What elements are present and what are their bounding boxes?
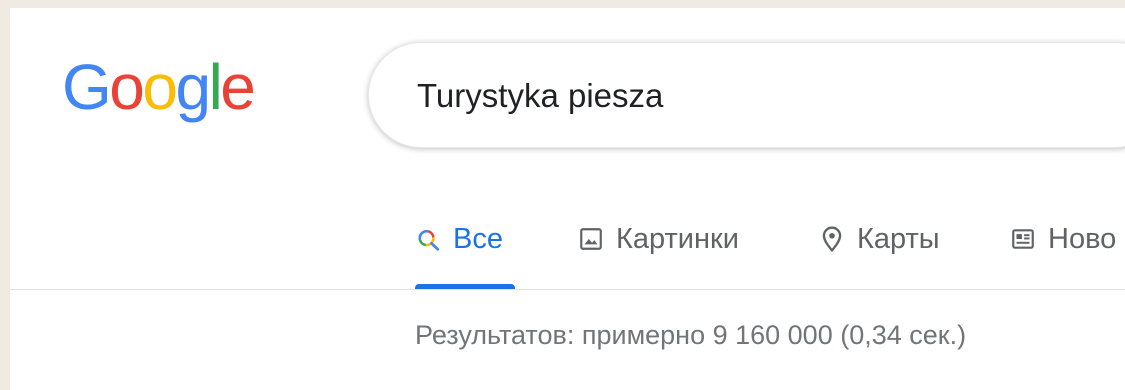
search-icon xyxy=(415,226,441,252)
tab-label: Картинки xyxy=(616,222,739,255)
logo-letter: o xyxy=(109,51,145,123)
search-input[interactable] xyxy=(417,71,1097,121)
logo-letter: g xyxy=(175,51,211,123)
result-stats: Результатов: примерно 9 160 000 (0,34 се… xyxy=(415,320,967,350)
logo-letter: l xyxy=(208,51,223,123)
tab-images[interactable]: Картинки xyxy=(578,214,739,264)
search-results-page: Google Все К xyxy=(10,8,1125,390)
google-logo[interactable]: Google xyxy=(62,51,256,123)
tab-news[interactable]: Ново xyxy=(1010,214,1116,264)
logo-letter: G xyxy=(62,51,112,123)
tab-all[interactable]: Все xyxy=(415,214,503,264)
search-box[interactable] xyxy=(368,42,1125,148)
tab-maps[interactable]: Карты xyxy=(819,214,940,264)
tab-label: Карты xyxy=(857,222,940,255)
news-icon xyxy=(1010,226,1036,252)
logo-letter: o xyxy=(142,51,178,123)
map-pin-icon xyxy=(819,225,845,253)
logo-letter: e xyxy=(220,51,256,123)
tabs-divider xyxy=(10,289,1125,290)
tab-label: Ново xyxy=(1048,222,1117,255)
image-icon xyxy=(578,226,604,252)
tab-label: Все xyxy=(453,222,503,255)
